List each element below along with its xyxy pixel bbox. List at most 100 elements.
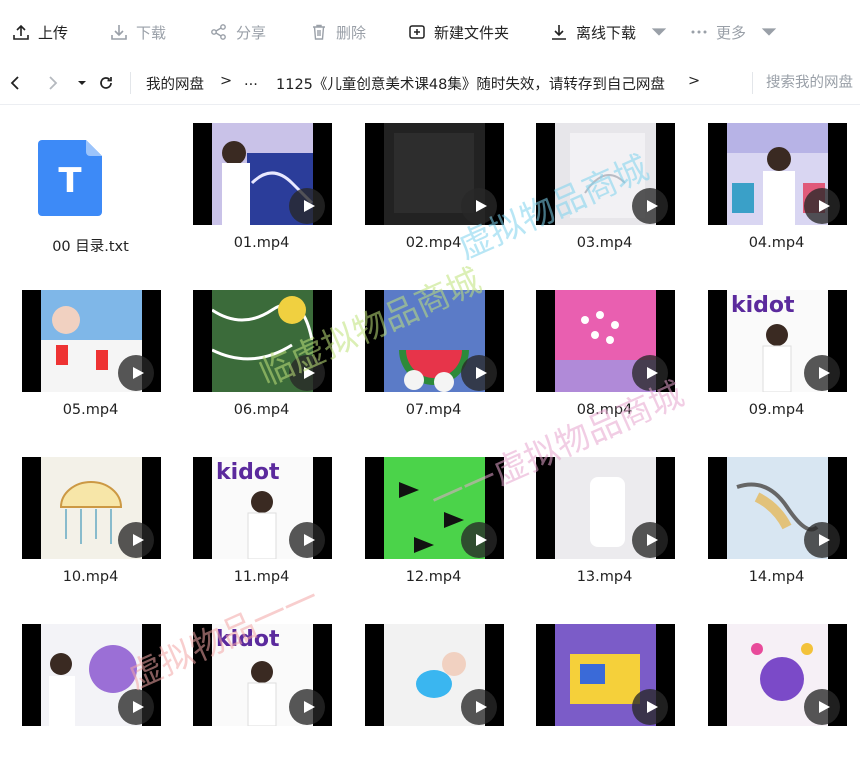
file-name: 00 目录.txt [52, 239, 129, 255]
breadcrumb-separator: > [688, 73, 701, 89]
download-button[interactable]: 下载 [110, 18, 166, 46]
file-item-video[interactable]: 07.mp4 [343, 271, 514, 437]
file-item-video[interactable]: 01.mp4 [171, 104, 342, 270]
share-label: 分享 [236, 23, 267, 42]
video-thumbnail [22, 624, 161, 726]
file-item-video[interactable] [514, 605, 685, 771]
play-icon[interactable] [289, 188, 325, 224]
upload-label: 上传 [38, 23, 69, 42]
file-name: 01.mp4 [233, 235, 290, 251]
play-icon[interactable] [118, 355, 154, 391]
refresh-button[interactable] [96, 73, 116, 93]
play-icon[interactable] [632, 355, 668, 391]
video-thumbnail [536, 290, 675, 392]
file-item-video[interactable]: kidot [171, 605, 342, 771]
offline-download-label: 离线下载 [576, 23, 637, 42]
caret-down-icon [761, 28, 777, 36]
play-icon[interactable] [118, 522, 154, 558]
file-item-video[interactable]: 14.mp4 [686, 438, 857, 604]
video-thumbnail [22, 290, 161, 392]
history-dropdown-button[interactable] [72, 73, 92, 93]
video-thumbnail [193, 290, 332, 392]
more-label: 更多 [716, 23, 747, 42]
file-item-video[interactable] [0, 605, 171, 771]
video-thumbnail [708, 624, 847, 726]
delete-label: 删除 [336, 23, 367, 42]
file-item-video[interactable]: 03.mp4 [514, 104, 685, 270]
caret-down-icon [651, 28, 667, 36]
file-item-video[interactable]: 12.mp4 [343, 438, 514, 604]
file-name: 05.mp4 [62, 402, 119, 418]
file-name: 03.mp4 [576, 235, 633, 251]
download-icon [111, 25, 127, 40]
file-item-video[interactable]: 02.mp4 [343, 104, 514, 270]
play-icon[interactable] [461, 355, 497, 391]
play-icon[interactable] [632, 188, 668, 224]
file-grid: T 00 目录.txt 01.mp4 02.mp4 03.mp4 04.mp4 05.mp4… [0, 104, 860, 726]
file-name: 06.mp4 [233, 402, 290, 418]
file-name: 10.mp4 [62, 569, 119, 585]
play-icon[interactable] [804, 188, 840, 224]
file-item-video[interactable]: 05.mp4 [0, 271, 171, 437]
file-item-video[interactable]: 08.mp4 [514, 271, 685, 437]
download-label: 下载 [136, 23, 167, 42]
back-button[interactable] [6, 73, 26, 93]
more-button[interactable]: 更多 [690, 18, 786, 46]
file-name: 08.mp4 [576, 402, 633, 418]
file-item-video[interactable]: 10.mp4 [0, 438, 171, 604]
breadcrumb-ellipsis[interactable]: ... [244, 73, 258, 89]
video-thumbnail [536, 457, 675, 559]
file-item-video[interactable] [343, 605, 514, 771]
search-input[interactable] [766, 70, 860, 96]
video-thumbnail [536, 624, 675, 726]
delete-button[interactable]: 删除 [310, 18, 366, 46]
video-thumbnail [365, 290, 504, 392]
offline-download-button[interactable]: 离线下载 [550, 18, 676, 46]
chevron-left-icon [10, 76, 19, 90]
video-thumbnail: kidot [193, 457, 332, 559]
video-thumbnail [365, 457, 504, 559]
play-icon[interactable] [289, 355, 325, 391]
play-icon[interactable] [804, 689, 840, 725]
file-item-video[interactable]: 13.mp4 [514, 438, 685, 604]
breadcrumb-root[interactable]: 我的网盘 [146, 73, 204, 94]
nav-divider [130, 72, 131, 94]
play-icon[interactable] [804, 522, 840, 558]
text-file-icon: T [38, 140, 102, 216]
file-item-video[interactable]: kidot 11.mp4 [171, 438, 342, 604]
share-icon [211, 24, 226, 40]
new-folder-icon [409, 25, 425, 39]
video-thumbnail [708, 123, 847, 225]
forward-button[interactable] [42, 73, 62, 93]
play-icon[interactable] [461, 689, 497, 725]
file-item-video[interactable]: kidot 09.mp4 [686, 271, 857, 437]
play-icon[interactable] [804, 355, 840, 391]
file-item-video[interactable]: 06.mp4 [171, 271, 342, 437]
play-icon[interactable] [632, 522, 668, 558]
search-divider [752, 72, 753, 94]
offline-download-icon [552, 25, 566, 40]
video-thumbnail: kidot [193, 624, 332, 726]
video-thumbnail: kidot [708, 290, 847, 392]
chevron-right-icon [49, 76, 58, 90]
file-item-video[interactable]: 04.mp4 [686, 104, 857, 270]
file-name: 02.mp4 [405, 235, 462, 251]
file-item-txt[interactable]: T 00 目录.txt [0, 104, 171, 270]
more-dots-icon [691, 30, 707, 34]
file-item-video[interactable] [686, 605, 857, 771]
svg-text:kidot: kidot [216, 460, 280, 485]
navigation-bar: 我的网盘 > ... 1125《儿童创意美术课48集》随时失效，请转存到自己网盘… [0, 62, 860, 105]
play-icon[interactable] [461, 522, 497, 558]
new-folder-button[interactable]: 新建文件夹 [408, 18, 509, 46]
play-icon[interactable] [289, 522, 325, 558]
upload-icon [13, 24, 29, 40]
play-icon[interactable] [118, 689, 154, 725]
upload-button[interactable]: 上传 [12, 18, 68, 46]
play-icon[interactable] [632, 689, 668, 725]
breadcrumb-separator: > [220, 73, 233, 89]
share-button[interactable]: 分享 [210, 18, 266, 46]
play-icon[interactable] [289, 689, 325, 725]
video-thumbnail [193, 123, 332, 225]
file-name: 09.mp4 [748, 402, 805, 418]
play-icon[interactable] [461, 188, 497, 224]
